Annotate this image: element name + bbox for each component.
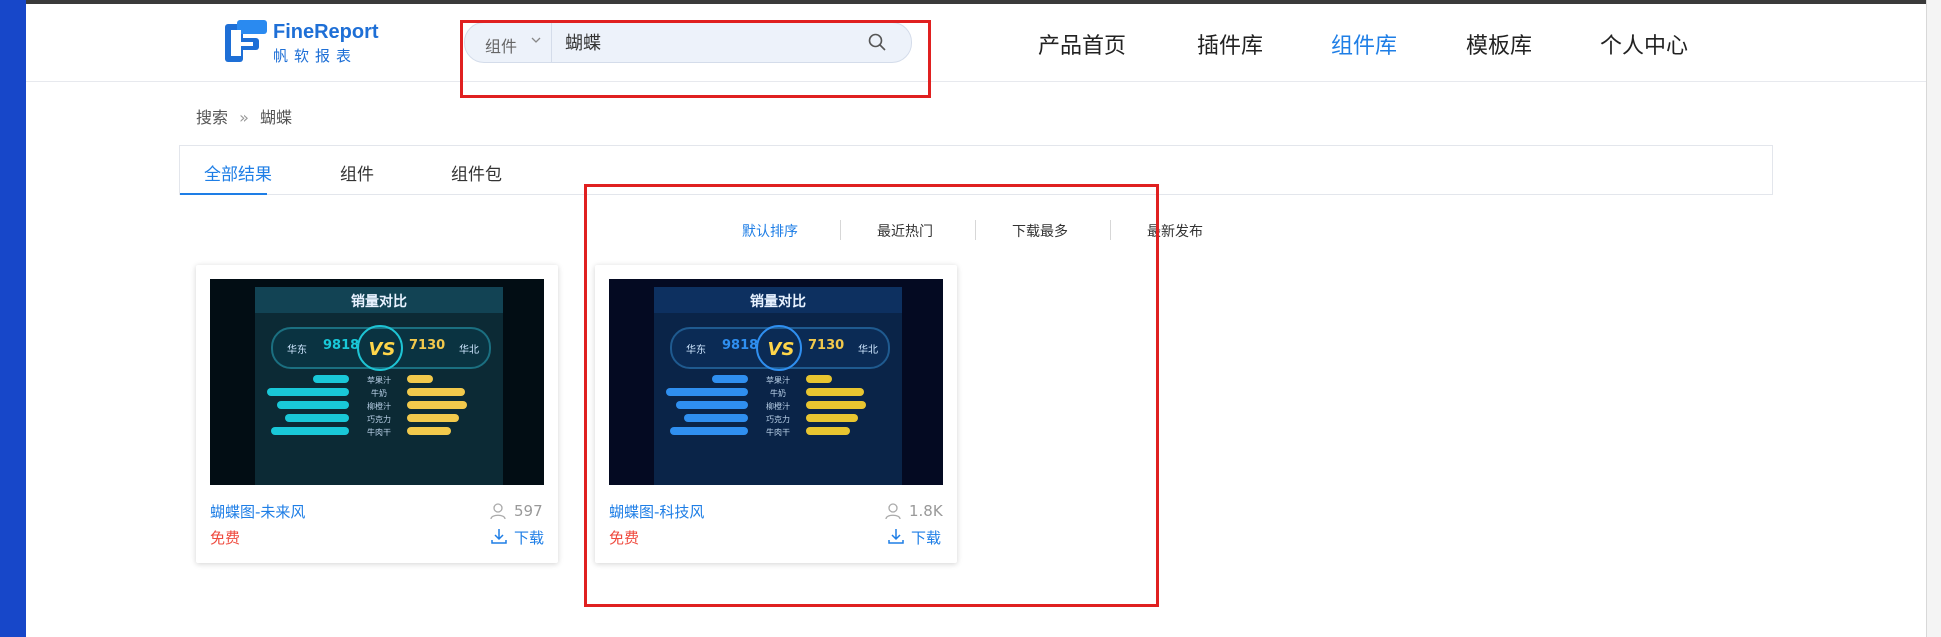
nav-component-library[interactable]: 组件库 [1331,28,1397,60]
vs-ring-icon: VS [357,325,403,371]
thumbnail-left-bar [313,375,349,383]
thumbnail-row-label: 牛奶 [371,389,387,398]
thumbnail-left-bar [277,401,349,409]
thumbnail-right-bar [407,375,433,383]
nav-product-home[interactable]: 产品首页 [1038,28,1126,60]
scrollbar[interactable] [1926,0,1941,637]
site-header: FineReport 帆软报表 组件 产品首页 插件库 组件库 模板库 个人中心 [26,4,1926,82]
card-thumbnail[interactable]: 销量对比 华东 9818 VS 7130 华北 苹果汁 牛奶 柳橙汁 巧克力 牛… [210,279,544,485]
thumbnail-left-name: 华东 [287,345,307,356]
thumbnail-right-bar [407,414,459,422]
thumbnail-right-value: 7130 [409,338,446,353]
tab-component-packages[interactable]: 组件包 [451,160,502,185]
download-icon[interactable] [490,527,508,545]
card-price: 免费 [210,529,241,547]
thumbnail-left-value: 9818 [323,338,360,353]
page: FineReport 帆软报表 组件 产品首页 插件库 组件库 模板库 个人中心… [26,4,1926,637]
desktop-background-strip [0,0,26,637]
tab-all-results[interactable]: 全部结果 [204,160,272,185]
thumbnail-left-bar [285,414,349,422]
logo-subtitle: 帆软报表 [273,47,358,65]
breadcrumb-current: 蝴蝶 [260,108,293,127]
thumbnail-row-label: 柳橙汁 [367,402,391,411]
thumbnail-right-bar [407,401,467,409]
thumbnail-left-bar [267,388,349,396]
nav-personal-center[interactable]: 个人中心 [1600,28,1688,60]
thumbnail-right-bar [407,388,465,396]
thumbnail-row-label: 巧克力 [367,415,391,424]
thumbnail-right-name: 华北 [459,345,479,356]
annotation-box-results [584,184,1159,607]
thumbnail-title: 销量对比 [351,294,407,310]
card-user-count: 597 [514,502,543,520]
tab-components[interactable]: 组件 [340,160,374,185]
thumbnail-dashboard: 销量对比 华东 9818 VS 7130 华北 苹果汁 牛奶 柳橙汁 巧克力 牛… [255,287,503,485]
finereport-logo-icon [225,20,267,62]
breadcrumb: 搜索 » 蝴蝶 [196,104,298,128]
annotation-box-search [460,20,931,98]
thumbnail-row-label: 苹果汁 [367,376,391,385]
thumbnail-vs-label: VS [368,339,396,360]
nav-plugin-library[interactable]: 插件库 [1197,28,1263,60]
user-icon [490,503,506,520]
card-download-link[interactable]: 下载 [514,527,544,548]
thumbnail-row-label: 牛肉干 [367,428,391,437]
thumbnail-right-bar [407,427,451,435]
thumbnail-left-bar [271,427,349,435]
site-logo[interactable]: FineReport 帆软报表 [225,20,385,66]
breadcrumb-separator: » [239,108,249,127]
breadcrumb-root[interactable]: 搜索 [196,108,228,127]
card-title[interactable]: 蝴蝶图-未来风 [210,501,305,522]
component-card[interactable]: 销量对比 华东 9818 VS 7130 华北 苹果汁 牛奶 柳橙汁 巧克力 牛… [196,265,558,563]
nav-template-library[interactable]: 模板库 [1466,28,1532,60]
logo-name: FineReport [273,21,379,43]
active-tab-indicator [180,193,267,195]
thumbnail-vs-pill: 华东 9818 VS 7130 华北 [271,325,491,371]
